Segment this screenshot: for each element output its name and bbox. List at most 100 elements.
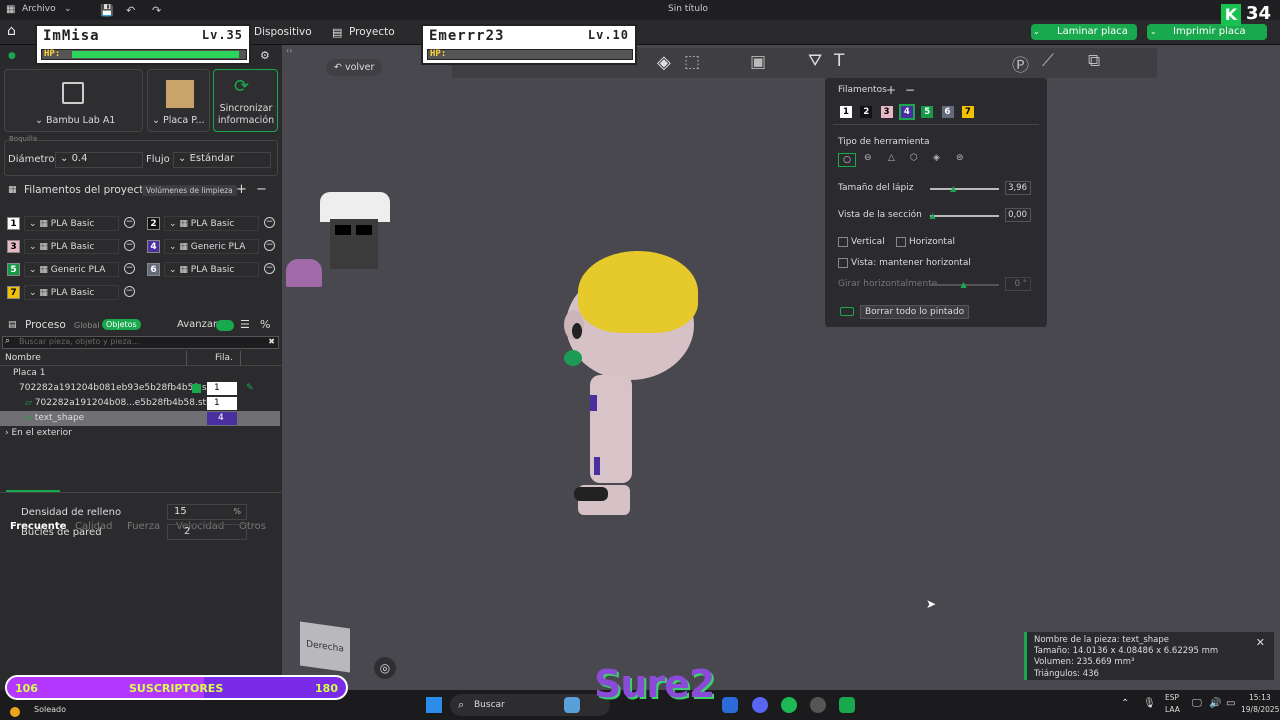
add-filament-button[interactable]: + — [236, 182, 247, 197]
walls-stepper[interactable]: 2 — [167, 524, 247, 540]
flow-select[interactable]: ⌄ Estándar — [173, 152, 271, 168]
app-icon-1[interactable] — [564, 697, 580, 713]
gear-icon[interactable]: ⚙ — [260, 49, 270, 62]
remove-filament-icon[interactable]: − — [264, 240, 275, 251]
clear-paint-button[interactable]: Borrar todo lo pintado — [860, 305, 970, 319]
filament-row[interactable]: 2 ⌄ ▦ PLA Basic − — [146, 215, 280, 233]
printer-selector[interactable]: ⌄ Bambu Lab A1 — [4, 69, 143, 132]
discord-icon[interactable] — [752, 697, 768, 713]
rotate-input[interactable]: 0 ° — [1005, 277, 1031, 291]
slice-plate-button[interactable]: Laminar placa — [1031, 24, 1137, 40]
part-filament[interactable]: 1 — [207, 397, 237, 410]
height-tool-icon[interactable]: ⬡ — [910, 153, 918, 163]
chevron-down-icon[interactable]: ⌄ — [1150, 27, 1157, 36]
plate-p-icon[interactable]: Ⓟ — [1012, 51, 1029, 76]
spotify-icon[interactable] — [781, 697, 797, 713]
diameter-select[interactable]: ⌄ 0.4 — [55, 152, 143, 168]
remove-icon[interactable]: − — [905, 83, 915, 97]
filament-type-select[interactable]: ⌄ ▦ PLA Basic — [164, 216, 259, 231]
paint-filament-5[interactable]: 5 — [921, 106, 934, 118]
paint-filament-3[interactable]: 3 — [880, 106, 893, 118]
taskbar-search[interactable]: ⌕ Buscar — [450, 694, 610, 716]
outlook-icon[interactable] — [722, 697, 738, 713]
filament-type-select[interactable]: ⌄ ▦ Generic PLA — [24, 262, 119, 277]
filament-row[interactable]: 1 ⌄ ▦ PLA Basic − — [6, 215, 140, 233]
remove-filament-icon[interactable]: − — [124, 240, 135, 251]
tab-device[interactable]: Dispositivo — [254, 26, 312, 38]
filament-type-select[interactable]: ⌄ ▦ PLA Basic — [164, 262, 259, 277]
paint-filament-4[interactable]: 4 — [898, 104, 915, 120]
windows-start-icon[interactable] — [426, 697, 442, 713]
percent-icon[interactable]: % — [260, 318, 270, 331]
redo-icon[interactable]: ↷ — [152, 4, 161, 17]
file-menu[interactable]: Archivo — [22, 4, 56, 14]
list-icon[interactable]: ☰ — [240, 318, 250, 331]
filament-type-select[interactable]: ⌄ ▦ PLA Basic — [24, 239, 119, 254]
clear-search-icon[interactable]: ✖ — [268, 337, 275, 346]
clock-time[interactable]: 15:13 — [1249, 693, 1271, 702]
remove-filament-icon[interactable]: − — [264, 217, 275, 228]
remove-filament-icon[interactable]: − — [264, 263, 275, 274]
battery-icon[interactable]: ▭ — [1226, 698, 1235, 709]
filament-row[interactable]: 6 ⌄ ▦ PLA Basic − — [146, 261, 280, 279]
paint-filament-2[interactable]: 2 — [860, 106, 873, 118]
filament-row[interactable]: 4 ⌄ ▦ Generic PLA − — [146, 238, 280, 256]
chevron-up-icon[interactable]: ⌃ — [1121, 698, 1129, 709]
visible-checkbox[interactable] — [192, 384, 201, 393]
text-tool-icon[interactable]: T — [834, 51, 844, 71]
search-input[interactable]: ⌕ Buscar pieza, objeto y pieza... ✖ — [2, 336, 279, 349]
print-plate-button[interactable]: Imprimir placa — [1147, 24, 1267, 40]
tree-plate[interactable]: Placa 1 — [0, 366, 280, 381]
filament-row[interactable]: 5 ⌄ ▦ Generic PLA − — [6, 261, 140, 279]
filament-type-select[interactable]: ⌄ ▦ Generic PLA — [164, 239, 259, 254]
objects-toggle[interactable]: Objetos — [102, 319, 141, 330]
tree-outside[interactable]: › En el exterior — [0, 426, 280, 441]
paint-filament-6[interactable]: 6 — [941, 106, 954, 118]
pen-size-input[interactable]: 3,96 — [1005, 181, 1031, 195]
volume-icon[interactable]: 🔊 — [1209, 698, 1221, 709]
paint-bucket-icon[interactable]: ◈ — [657, 52, 671, 73]
collapse-sidebar-icon[interactable]: ‹› — [286, 46, 292, 55]
bambu-studio-icon[interactable] — [839, 697, 855, 713]
tree-text-shape[interactable]: ▱ text_shape 4 — [0, 411, 280, 426]
rotate-slider[interactable]: ▲ — [930, 280, 999, 289]
vertical-checkbox[interactable] — [838, 237, 848, 247]
language-label[interactable]: ESP — [1165, 693, 1179, 702]
model-hair[interactable] — [578, 251, 698, 333]
section-input[interactable]: 0,00 — [1005, 208, 1031, 222]
filament-row[interactable]: 3 ⌄ ▦ PLA Basic − — [6, 238, 140, 256]
infill-input[interactable]: 15 % — [167, 504, 247, 520]
tree-object[interactable]: 702282a191204b081eb93e5b28fb4b58.stl 1 ✎ — [0, 381, 280, 396]
tab-strength[interactable]: Fuerza — [127, 521, 160, 532]
camera-icon[interactable]: ◎ — [374, 657, 396, 679]
circle-tool-icon[interactable]: ○ — [838, 153, 856, 167]
clock-date[interactable]: 19/8/2025 — [1241, 705, 1279, 714]
section-slider[interactable]: ▲ — [929, 211, 999, 220]
text-shape-filament[interactable]: 4 — [207, 412, 237, 425]
undo-icon[interactable]: ↶ — [126, 4, 135, 17]
sync-info-button[interactable]: ⟳ Sincronizar información — [213, 69, 278, 132]
assembly-icon[interactable]: ⧉ — [1088, 51, 1100, 71]
paint-icon[interactable]: ✎ — [246, 381, 254, 396]
triangle-tool-icon[interactable]: △ — [888, 153, 895, 163]
filament-row[interactable]: 7 ⌄ ▦ PLA Basic − — [6, 284, 140, 302]
chevron-down-icon[interactable]: ⌄ — [64, 4, 72, 14]
object-filament[interactable]: 1 — [207, 382, 237, 395]
keyboard-label[interactable]: LAA — [1165, 705, 1180, 714]
pen-size-slider[interactable]: ▲ — [930, 184, 999, 193]
remove-filament-icon[interactable]: − — [124, 263, 135, 274]
home-icon[interactable]: ⌂ — [7, 23, 16, 39]
project-icon[interactable]: ▤ — [332, 26, 342, 39]
chevron-down-icon[interactable]: ⌄ — [1033, 27, 1040, 36]
arrange-icon[interactable]: ▣ — [750, 52, 766, 72]
sphere-tool-icon[interactable]: ⊖ — [864, 153, 872, 163]
save-icon[interactable]: 💾 — [100, 4, 114, 17]
remove-filament-button[interactable]: − — [256, 182, 267, 197]
3d-viewport[interactable]: ‹› ↶ volver ◈ ⬚ ▣ ⛛ T Ⓟ ⟋ ⧉ Derecha ◎ ➤ — [282, 45, 1280, 690]
remove-filament-icon[interactable]: − — [124, 286, 135, 297]
paint-filament-1[interactable]: 1 — [840, 106, 852, 118]
remove-filament-icon[interactable]: − — [124, 217, 135, 228]
close-icon[interactable]: ✕ — [1256, 637, 1265, 648]
app-icon-2[interactable] — [810, 697, 826, 713]
keep-horizontal-checkbox[interactable] — [838, 258, 848, 268]
